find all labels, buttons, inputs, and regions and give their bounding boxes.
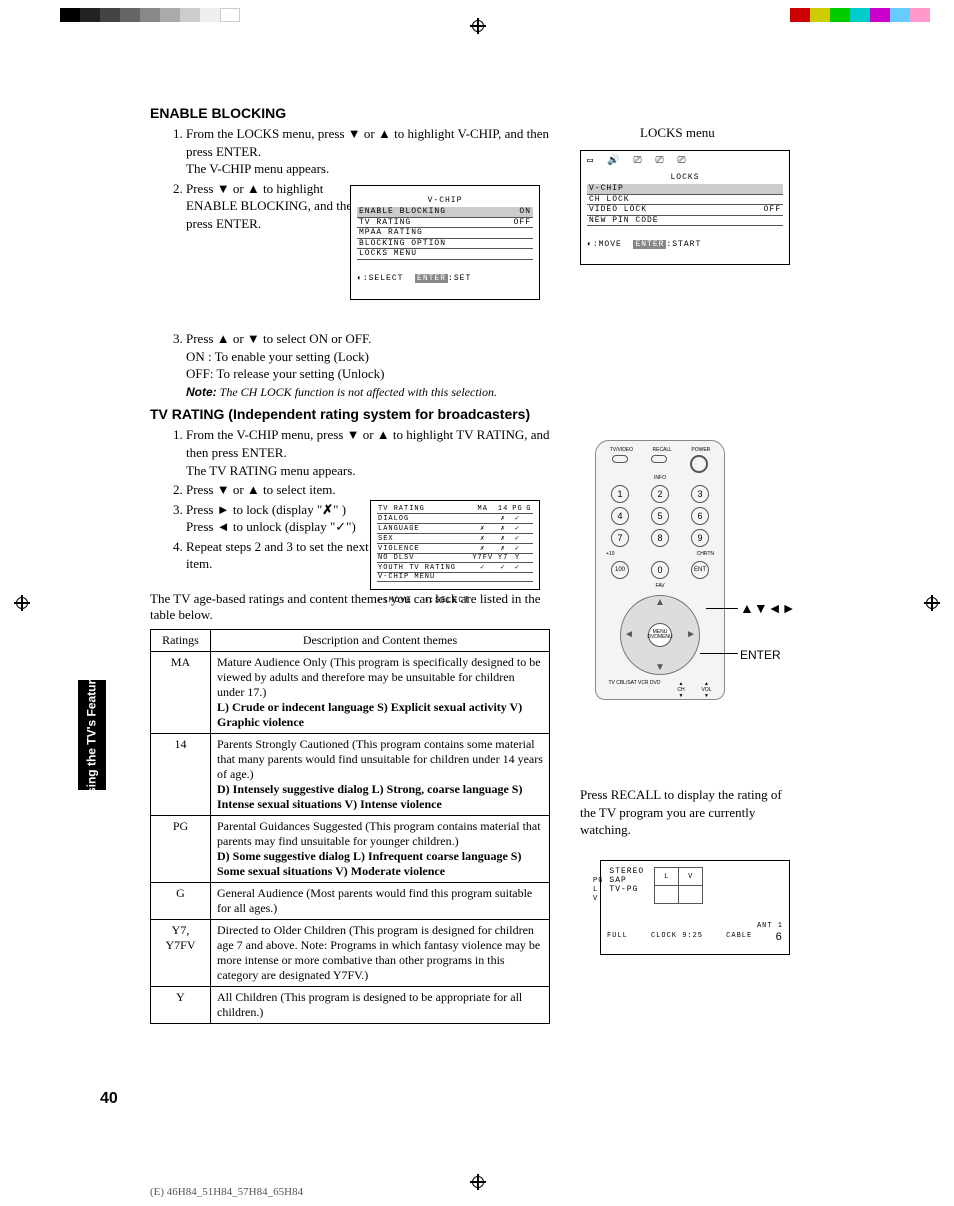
callout-enter: ENTER bbox=[740, 648, 781, 662]
section-heading: TV RATING (Independent rating system for… bbox=[150, 406, 550, 422]
callout-line bbox=[706, 608, 738, 609]
step: From the V-CHIP menu, press ▼ or ▲ to hi… bbox=[186, 426, 550, 479]
recall-text: Press RECALL to display the rating of th… bbox=[580, 786, 800, 839]
locks-caption: LOCKS menu bbox=[640, 125, 715, 141]
osd-vchip: V-CHIP ENABLE BLOCKINGONTV RATINGOFFMPAA… bbox=[350, 185, 540, 300]
remote-control: TV/VIDEORECALLPOWER INFO 123 456 789 +10… bbox=[595, 440, 725, 700]
step: Press ▼ or ▲ to select item. bbox=[186, 481, 550, 499]
callout-arrows: ▲▼◄► bbox=[740, 600, 795, 616]
registration-mark bbox=[470, 1174, 486, 1190]
step: Press ▼ or ▲ to highlight ENABLE BLOCKIN… bbox=[186, 180, 376, 233]
callout-line bbox=[700, 653, 738, 654]
step: Repeat steps 2 and 3 to set the next ite… bbox=[186, 538, 386, 573]
registration-mark bbox=[470, 18, 486, 34]
step: Press ► to lock (display "✗" ) Press ◄ t… bbox=[186, 501, 396, 536]
color-bar bbox=[790, 8, 930, 22]
osd-tv-rating: TV RATINGMA14PGGDIALOG✗✓LANGUAGE✗✗✓SEX✗✗… bbox=[370, 500, 540, 590]
step: From the LOCKS menu, press ▼ or ▲ to hig… bbox=[186, 125, 550, 178]
ratings-table: RatingsDescription and Content themes MA… bbox=[150, 629, 550, 1024]
registration-mark bbox=[924, 595, 940, 611]
osd-locks: ▭ 🔊 ⎚ ⎚ ⎚ LOCKS V-CHIPCH LOCKVIDEO LOCKO… bbox=[580, 150, 790, 265]
side-tab: Using the TV's Features bbox=[78, 680, 106, 790]
page-number: 40 bbox=[100, 1090, 118, 1108]
osd-status: PG L V STEREO SAP TV-PG LV ANT 1 FULL CL… bbox=[600, 860, 790, 955]
step: Press ▲ or ▼ to select ON or OFF. ON : T… bbox=[186, 330, 550, 400]
footer-models: (E) 46H84_51H84_57H84_65H84 bbox=[150, 1186, 303, 1198]
color-bar bbox=[60, 8, 240, 22]
registration-mark bbox=[14, 595, 30, 611]
section-heading: ENABLE BLOCKING bbox=[150, 105, 550, 121]
